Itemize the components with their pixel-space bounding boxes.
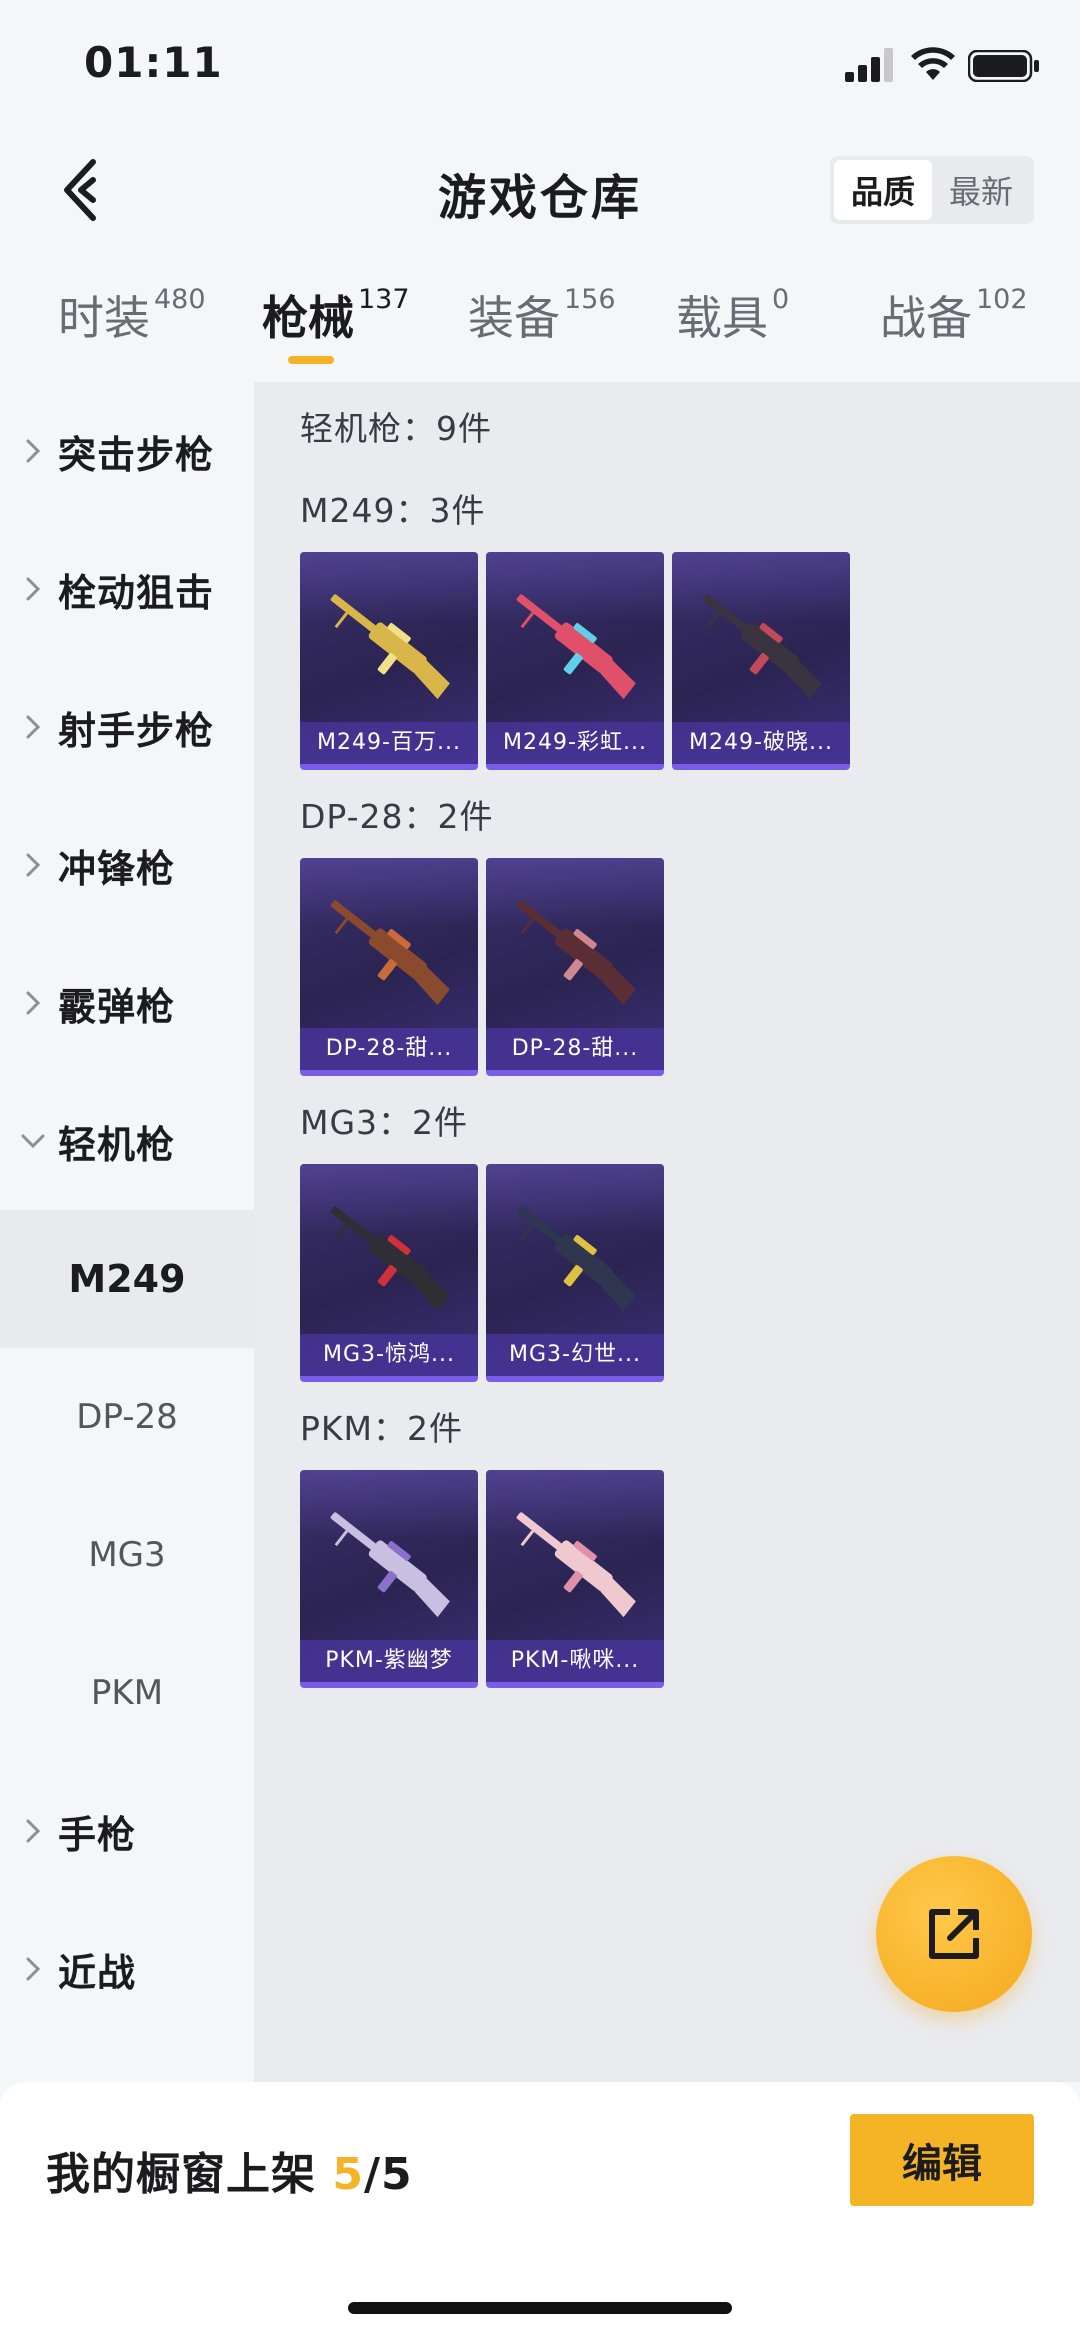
- sidebar-subitem-mg3[interactable]: MG3: [0, 1486, 254, 1624]
- weapon-skin-name: M249-百万...: [300, 722, 478, 764]
- sidebar-subitem-dp28[interactable]: DP-28: [0, 1348, 254, 1486]
- weapon-image-icon: [516, 900, 636, 1006]
- chevron-right-icon: [26, 853, 40, 877]
- chevron-down-icon: [21, 1134, 45, 1148]
- shelf-total-count: /5: [363, 2149, 413, 2200]
- weapon-skin-card[interactable]: DP-28-甜...: [486, 858, 664, 1076]
- chevron-right-icon: [26, 439, 40, 463]
- status-bar: 01:11: [0, 0, 1080, 130]
- weapon-skin-card[interactable]: PKM-紫幽梦: [300, 1470, 478, 1688]
- tab-count: 156: [564, 284, 616, 315]
- weapon-skin-name: MG3-幻世...: [486, 1334, 664, 1376]
- weapon-list-content: 轻机枪：9件 M249：3件 M249-百万... M249-彩虹... M249-…: [254, 382, 1080, 2082]
- shelf-current-count: 5: [332, 2149, 364, 2200]
- tab-label: 装备: [468, 291, 560, 345]
- chevron-right-icon: [26, 577, 40, 601]
- tab-equipment[interactable]: 装备 156: [468, 282, 616, 372]
- share-button[interactable]: [876, 1856, 1032, 2012]
- weapon-skin-name: DP-28-甜...: [486, 1028, 664, 1070]
- category-tabs: 时装 480 枪械 137 装备 156 载具 0 战备 102: [0, 282, 1080, 382]
- weapon-category-sidebar: 突击步枪 栓动狙击 射手步枪 冲锋枪 霰弹枪 轻机枪 M249 DP-28 MG…: [0, 382, 254, 2082]
- sort-option-newest[interactable]: 最新: [932, 160, 1030, 220]
- sort-option-quality[interactable]: 品质: [834, 160, 932, 220]
- sidebar-item-shotgun[interactable]: 霰弹枪: [0, 934, 254, 1072]
- weapon-skin-card[interactable]: PKM-啾咪...: [486, 1470, 664, 1688]
- weapon-skin-name: PKM-啾咪...: [486, 1640, 664, 1682]
- active-tab-indicator: [288, 356, 334, 364]
- tab-count: 137: [358, 284, 410, 315]
- weapon-skin-name: DP-28-甜...: [300, 1028, 478, 1070]
- weapon-image-icon: [516, 1206, 636, 1312]
- weapon-skin-card[interactable]: M249-彩虹...: [486, 552, 664, 770]
- sidebar-item-label: 霰弹枪: [58, 984, 176, 1029]
- sidebar-item-label: 突击步枪: [58, 432, 215, 477]
- sidebar-item-melee[interactable]: 近战: [0, 1900, 254, 2038]
- tab-label: 时装: [58, 291, 150, 345]
- weapon-image-icon: [702, 594, 822, 700]
- weapon-skin-card[interactable]: M249-破晓...: [672, 552, 850, 770]
- tab-firearms[interactable]: 枪械 137: [262, 282, 410, 372]
- weapon-image-icon: [330, 1206, 450, 1312]
- group-title-dp28: DP-28：2件: [300, 797, 494, 836]
- tab-label: 枪械: [262, 291, 354, 345]
- cellular-signal-icon: [845, 48, 893, 82]
- chevron-right-icon: [26, 991, 40, 1015]
- chevron-right-icon: [26, 715, 40, 739]
- tab-count: 0: [772, 284, 790, 315]
- weapon-skin-card[interactable]: MG3-惊鸿...: [300, 1164, 478, 1382]
- weapon-skin-card[interactable]: MG3-幻世...: [486, 1164, 664, 1382]
- group-title-m249: M249：3件: [300, 491, 486, 530]
- chevron-right-icon: [26, 1957, 40, 1981]
- sidebar-subitem-pkm[interactable]: PKM: [0, 1624, 254, 1762]
- sidebar-item-lmg[interactable]: 轻机枪: [0, 1072, 254, 1210]
- weapon-image-icon: [330, 594, 450, 700]
- home-indicator: [348, 2302, 732, 2314]
- weapon-image-icon: [516, 594, 636, 700]
- category-summary: 轻机枪：9件: [300, 409, 492, 448]
- tab-fashion[interactable]: 时装 480: [58, 282, 206, 372]
- weapon-skin-name: MG3-惊鸿...: [300, 1334, 478, 1376]
- sidebar-item-label: 栓动狙击: [58, 570, 215, 615]
- weapon-image-icon: [330, 900, 450, 1006]
- bottom-bar: 我的橱窗上架 5/5 编辑: [0, 2082, 1080, 2339]
- chevron-right-icon: [26, 1819, 40, 1843]
- sidebar-item-label: 近战: [58, 1950, 137, 1995]
- sidebar-item-label: 射手步枪: [58, 708, 215, 753]
- sidebar-item-smg[interactable]: 冲锋枪: [0, 796, 254, 934]
- status-time: 01:11: [84, 38, 223, 87]
- battery-icon: [968, 50, 1039, 82]
- tab-label: 载具: [676, 291, 768, 345]
- sidebar-item-pistol[interactable]: 手枪: [0, 1762, 254, 1900]
- sidebar-item-bolt-sniper[interactable]: 栓动狙击: [0, 520, 254, 658]
- group-title-pkm: PKM：2件: [300, 1409, 464, 1448]
- share-external-icon: [929, 1909, 979, 1959]
- weapon-skin-card[interactable]: DP-28-甜...: [300, 858, 478, 1076]
- sidebar-item-marksman-rifle[interactable]: 射手步枪: [0, 658, 254, 796]
- showcase-shelf-status: 我的橱窗上架 5/5: [46, 2138, 413, 2202]
- tab-count: 102: [976, 284, 1028, 315]
- sidebar-item-assault-rifle[interactable]: 突击步枪: [0, 382, 254, 520]
- tab-tactical[interactable]: 战备 102: [880, 282, 1028, 372]
- sort-toggle[interactable]: 品质 最新: [830, 156, 1034, 224]
- edit-button[interactable]: 编辑: [850, 2114, 1034, 2206]
- group-title-mg3: MG3：2件: [300, 1103, 469, 1142]
- weapon-image-icon: [516, 1512, 636, 1618]
- tab-label: 战备: [880, 291, 972, 345]
- sidebar-item-label: 冲锋枪: [58, 846, 176, 891]
- wifi-icon: [911, 47, 955, 80]
- weapon-skin-name: M249-破晓...: [672, 722, 850, 764]
- tab-count: 480: [154, 284, 206, 315]
- sidebar-item-label: 手枪: [58, 1812, 137, 1857]
- tab-vehicles[interactable]: 载具 0: [676, 282, 789, 372]
- sidebar-subitem-m249[interactable]: M249: [0, 1210, 254, 1348]
- weapon-skin-card[interactable]: M249-百万...: [300, 552, 478, 770]
- shelf-label: 我的橱窗上架: [46, 2149, 333, 2200]
- weapon-skin-name: PKM-紫幽梦: [300, 1640, 478, 1682]
- weapon-image-icon: [330, 1512, 450, 1618]
- weapon-skin-name: M249-彩虹...: [486, 722, 664, 764]
- sidebar-item-label: 轻机枪: [58, 1122, 176, 1167]
